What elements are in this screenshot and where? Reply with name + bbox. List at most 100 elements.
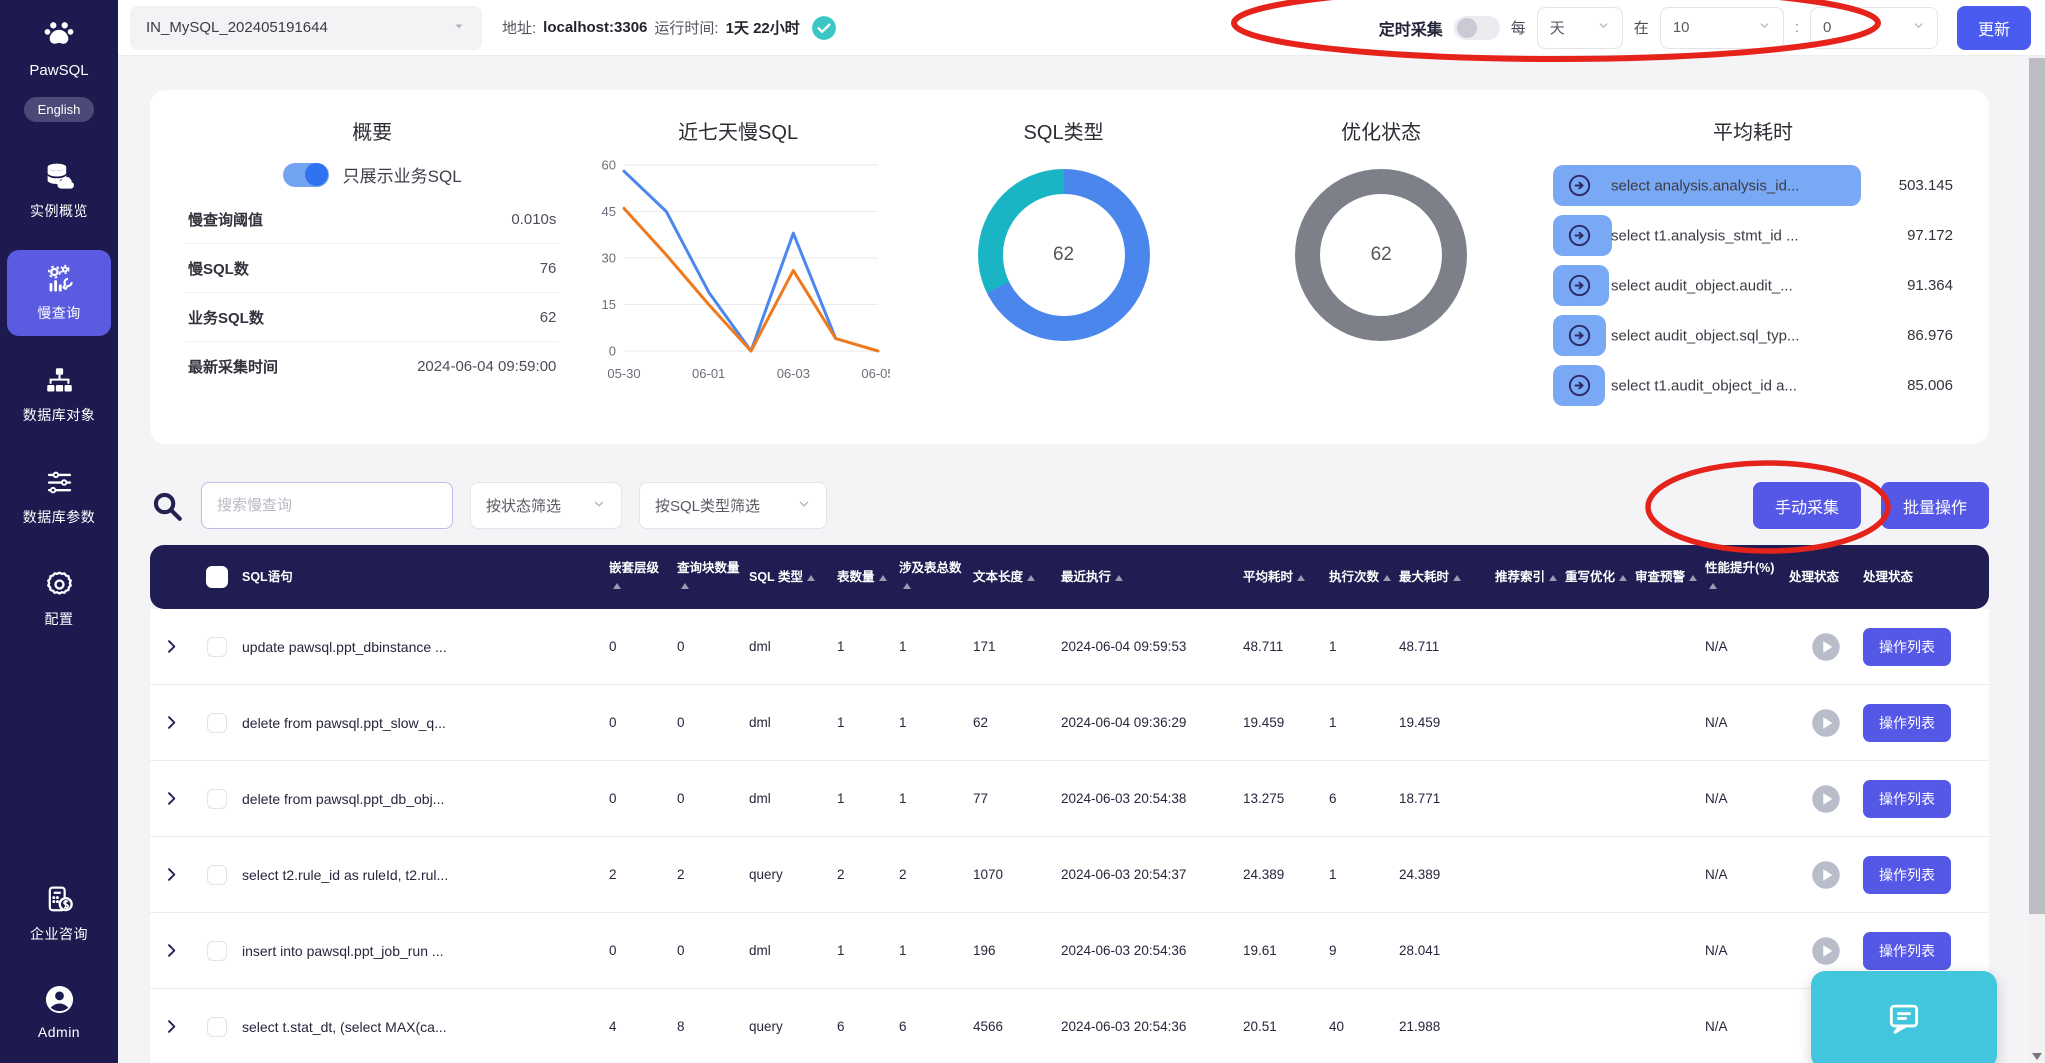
update-button[interactable]: 更新: [1957, 6, 2031, 50]
scrollbar-thumb[interactable]: [2029, 58, 2045, 914]
row-checkbox[interactable]: [207, 1017, 227, 1037]
goto-sql-arrow-icon[interactable]: [1566, 272, 1593, 299]
status-filter-select[interactable]: 按状态筛选: [470, 482, 622, 529]
sort-arrow-icon[interactable]: [1689, 575, 1697, 581]
cell-perf-gain: N/A: [1705, 867, 1789, 882]
search-input[interactable]: [201, 482, 453, 529]
sort-arrow-icon[interactable]: [1297, 575, 1305, 581]
sort-arrow-icon[interactable]: [1115, 575, 1123, 581]
business-sql-toggle[interactable]: [283, 163, 329, 187]
sort-arrow-icon[interactable]: [1549, 575, 1557, 581]
column-header[interactable]: 审查预警: [1635, 569, 1705, 586]
sort-arrow-icon[interactable]: [1027, 575, 1035, 581]
row-checkbox[interactable]: [207, 713, 227, 733]
action-list-button[interactable]: 操作列表: [1863, 780, 1951, 818]
expand-row-chevron-icon[interactable]: [163, 866, 180, 883]
expand-row-chevron-icon[interactable]: [163, 714, 180, 731]
row-checkbox[interactable]: [207, 789, 227, 809]
column-header[interactable]: 查询块数量: [677, 560, 749, 594]
action-list-button[interactable]: 操作列表: [1863, 628, 1951, 666]
sidebar-item-slow-query[interactable]: 慢查询: [7, 250, 111, 336]
column-header[interactable]: 性能提升(%): [1705, 560, 1789, 594]
row-checkbox[interactable]: [207, 865, 227, 885]
sort-arrow-icon[interactable]: [879, 575, 887, 581]
avg-time-sql-label[interactable]: select audit_object.audit_...: [1611, 277, 1793, 294]
sort-arrow-icon[interactable]: [1619, 575, 1627, 581]
sql-type-total: 62: [1053, 244, 1074, 266]
scrollbar-down-arrow[interactable]: [2032, 1053, 2042, 1060]
toggle-knob: [1457, 18, 1477, 38]
sidebar-item-db-params[interactable]: 数据库参数: [7, 454, 111, 540]
action-list-button[interactable]: 操作列表: [1863, 932, 1951, 970]
avg-time-value: 85.006: [1873, 377, 1953, 394]
schedule-minute-select[interactable]: 0: [1810, 7, 1938, 49]
goto-sql-arrow-icon[interactable]: [1566, 222, 1593, 249]
expand-row-chevron-icon[interactable]: [163, 790, 180, 807]
column-header[interactable]: 最近执行: [1061, 569, 1243, 586]
action-list-button[interactable]: 操作列表: [1863, 856, 1951, 894]
sidebar-item-config[interactable]: 配置: [7, 556, 111, 642]
schedule-hour-select[interactable]: 10: [1660, 7, 1784, 49]
sort-arrow-icon[interactable]: [903, 583, 911, 589]
goto-sql-arrow-icon[interactable]: [1566, 372, 1593, 399]
avg-time-sql-label[interactable]: select audit_object.sql_typ...: [1611, 327, 1799, 344]
batch-operation-button[interactable]: 批量操作: [1881, 482, 1989, 529]
overview-card: 概要 只展示业务SQL 慢查询阈值0.010s慢SQL数76业务SQL数62最新…: [150, 90, 1989, 444]
avg-time-sql-label[interactable]: select analysis.analysis_id...: [1611, 177, 1799, 194]
column-header[interactable]: 执行次数: [1329, 569, 1399, 586]
sort-arrow-icon[interactable]: [1453, 575, 1461, 581]
instance-selector[interactable]: IN_MySQL_202405191644: [130, 6, 482, 50]
cell-table-count: 6: [837, 1019, 899, 1034]
sidebar-item-enterprise-consult[interactable]: 企业咨询: [7, 871, 111, 957]
action-list-button[interactable]: 操作列表: [1863, 704, 1951, 742]
sql-type-filter-select[interactable]: 按SQL类型筛选: [639, 482, 827, 529]
status-play-icon[interactable]: [1811, 784, 1841, 814]
column-header[interactable]: 推荐索引: [1495, 569, 1565, 586]
hour-value: 10: [1673, 19, 1690, 36]
avg-time-item: select audit_object.audit_...91.364: [1553, 265, 1953, 306]
row-checkbox[interactable]: [207, 941, 227, 961]
sort-arrow-icon[interactable]: [1709, 583, 1717, 589]
filter-row: 按状态筛选 按SQL类型筛选 手动采集 批量操作: [150, 482, 1989, 529]
chat-widget-button[interactable]: [1811, 971, 1997, 1063]
sort-arrow-icon[interactable]: [681, 583, 689, 589]
expand-row-chevron-icon[interactable]: [163, 638, 180, 655]
column-header[interactable]: 最大耗时: [1399, 569, 1495, 586]
column-header[interactable]: 平均耗时: [1243, 569, 1329, 586]
goto-sql-arrow-icon[interactable]: [1566, 172, 1593, 199]
column-header[interactable]: 表数量: [837, 569, 899, 586]
schedule-toggle[interactable]: [1454, 16, 1500, 40]
expand-row-chevron-icon[interactable]: [163, 1018, 180, 1035]
select-all-checkbox[interactable]: [206, 566, 228, 588]
page-scrollbar[interactable]: [2029, 56, 2045, 1063]
column-header[interactable]: SQL 类型: [749, 569, 837, 586]
manual-collect-button[interactable]: 手动采集: [1753, 482, 1861, 529]
language-toggle-button[interactable]: English: [24, 97, 95, 122]
status-play-icon[interactable]: [1811, 860, 1841, 890]
row-checkbox[interactable]: [207, 637, 227, 657]
sidebar-item-db-objects[interactable]: 数据库对象: [7, 352, 111, 438]
goto-sql-arrow-icon[interactable]: [1566, 322, 1593, 349]
avg-time-value: 86.976: [1873, 327, 1953, 344]
schedule-unit-select[interactable]: 天: [1537, 7, 1623, 49]
column-header[interactable]: 涉及表总数: [899, 560, 973, 594]
sort-arrow-icon[interactable]: [613, 583, 621, 589]
status-play-icon[interactable]: [1811, 632, 1841, 662]
expand-row-chevron-icon[interactable]: [163, 942, 180, 959]
table-row: delete from pawsql.ppt_slow_q...00dml116…: [150, 685, 1989, 761]
avg-time-sql-label[interactable]: select t1.audit_object_id a...: [1611, 377, 1797, 394]
avg-time-bar-track: select audit_object.sql_typ...: [1553, 315, 1861, 356]
column-header[interactable]: 重写优化: [1565, 569, 1635, 586]
sort-arrow-icon[interactable]: [1383, 575, 1391, 581]
sidebar-item-instance-overview[interactable]: 实例概览: [7, 148, 111, 234]
avg-time-sql-label[interactable]: select t1.analysis_stmt_id ...: [1611, 227, 1799, 244]
column-header[interactable]: 文本长度: [973, 569, 1061, 586]
column-header[interactable]: 嵌套层级: [609, 560, 677, 594]
status-play-icon[interactable]: [1811, 708, 1841, 738]
status-play-icon[interactable]: [1811, 936, 1841, 966]
cell-exec-count: 1: [1329, 715, 1399, 730]
column-header-label: 平均耗时: [1243, 570, 1293, 584]
sort-arrow-icon[interactable]: [807, 575, 815, 581]
cell-perf-gain: N/A: [1705, 791, 1789, 806]
sidebar-item-admin[interactable]: Admin: [7, 971, 111, 1053]
